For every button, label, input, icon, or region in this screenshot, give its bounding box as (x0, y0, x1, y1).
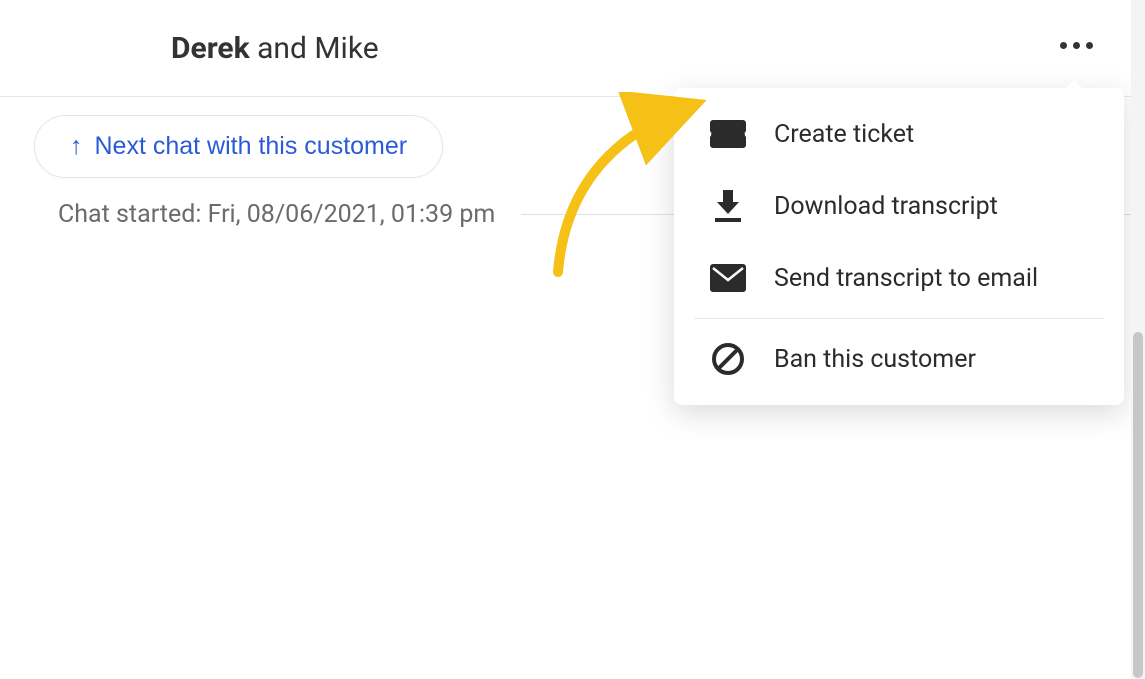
more-options-button[interactable] (1052, 34, 1101, 57)
scrollbar-thumb[interactable] (1133, 332, 1143, 678)
menu-item-label: Send transcript to email (774, 264, 1038, 293)
participant-connector: and (250, 31, 315, 66)
menu-item-create-ticket[interactable]: Create ticket (674, 98, 1124, 170)
ticket-icon (710, 116, 746, 152)
scrollbar-track[interactable] (1131, 0, 1145, 679)
dot-icon (1060, 42, 1067, 49)
chat-header: Derek and Mike (0, 0, 1145, 97)
menu-divider (694, 318, 1104, 319)
menu-item-label: Download transcript (774, 192, 998, 221)
participant-secondary: Mike (314, 31, 378, 66)
download-icon (710, 188, 746, 224)
next-chat-label: Next chat with this customer (95, 132, 408, 161)
dot-icon (1086, 42, 1093, 49)
arrow-up-icon: ↑ (70, 132, 83, 161)
menu-item-download-transcript[interactable]: Download transcript (674, 170, 1124, 242)
ban-icon (710, 341, 746, 377)
menu-item-label: Ban this customer (774, 345, 976, 374)
menu-item-ban-customer[interactable]: Ban this customer (674, 323, 1124, 395)
participant-primary: Derek (171, 31, 250, 66)
menu-item-send-transcript-email[interactable]: Send transcript to email (674, 242, 1124, 314)
chat-started-label: Chat started: Fri, 08/06/2021, 01:39 pm (34, 200, 495, 229)
chat-title: Derek and Mike (171, 31, 379, 66)
dropdown-caret (1064, 80, 1084, 90)
dot-icon (1073, 42, 1080, 49)
menu-item-label: Create ticket (774, 120, 914, 149)
email-icon (710, 260, 746, 296)
more-options-menu: Create ticket Download transcript Send t… (674, 88, 1124, 405)
next-chat-button[interactable]: ↑ Next chat with this customer (34, 115, 443, 178)
